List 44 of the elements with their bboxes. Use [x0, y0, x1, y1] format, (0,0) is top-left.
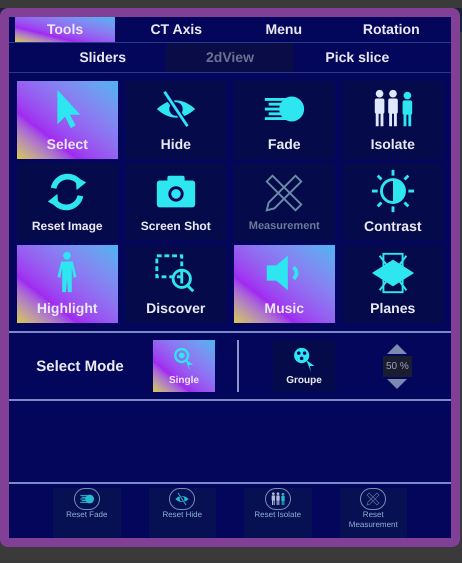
reset-button[interactable]: Reset Measurement	[340, 488, 407, 538]
tab[interactable]: CT Axis	[122, 17, 230, 42]
option-label: Single	[168, 374, 199, 388]
tool-label: Reset Image	[32, 218, 103, 235]
tool-label: Planes	[370, 298, 416, 318]
up-arrow-icon[interactable]	[386, 344, 408, 354]
select-mode-label: Select Mode	[35, 356, 125, 376]
ruler-pencil-icon	[365, 491, 382, 507]
option-label: Groupe	[286, 374, 322, 388]
tool-button[interactable]: Isolate	[342, 81, 443, 159]
tool-label: Screen Shot	[140, 218, 211, 235]
percent-value: 50 %	[383, 356, 412, 376]
tool-button[interactable]: Select	[17, 81, 118, 159]
tab[interactable]: Sliders	[39, 43, 166, 72]
down-arrow-icon[interactable]	[386, 378, 408, 388]
tool-label: Measurement	[248, 218, 320, 234]
tool-button[interactable]: Reset Image	[17, 163, 118, 241]
tool-label: Select	[46, 134, 88, 154]
tool-button[interactable]: Discover	[126, 245, 226, 323]
tool-label: Isolate	[370, 134, 415, 154]
mode-option[interactable]: Groupe	[273, 340, 335, 392]
crossed-eye-icon	[174, 491, 190, 507]
tab[interactable]: Rotation	[338, 17, 445, 42]
contrast-icon	[370, 168, 416, 214]
tool-button[interactable]: Planes	[342, 245, 443, 323]
tool-button[interactable]: Contrast	[342, 163, 443, 241]
tool-button[interactable]: Hide	[126, 81, 226, 159]
tool-label: Music	[264, 298, 304, 318]
tool-button[interactable]: Fade	[234, 81, 334, 159]
tool-label: Fade	[268, 134, 301, 154]
reset-button[interactable]: Reset Fade	[53, 488, 120, 538]
mode-option[interactable]: Single	[153, 340, 215, 392]
reset-button[interactable]: Reset Isolate	[244, 488, 312, 538]
reset-button[interactable]: Reset Hide	[148, 488, 216, 538]
tool-label: Highlight	[36, 298, 98, 318]
people-icon	[270, 491, 286, 507]
tool-button[interactable]: Music	[234, 245, 334, 323]
tool-label: Hide	[160, 134, 191, 154]
tool-label: Discover	[146, 298, 206, 318]
tool-label: Contrast	[364, 216, 422, 236]
tab[interactable]: Pick slice	[294, 43, 421, 72]
tool-button[interactable]: Highlight	[17, 245, 118, 323]
tool-button[interactable]: Screen Shot	[126, 163, 226, 241]
tab[interactable]: Menu	[230, 17, 338, 42]
